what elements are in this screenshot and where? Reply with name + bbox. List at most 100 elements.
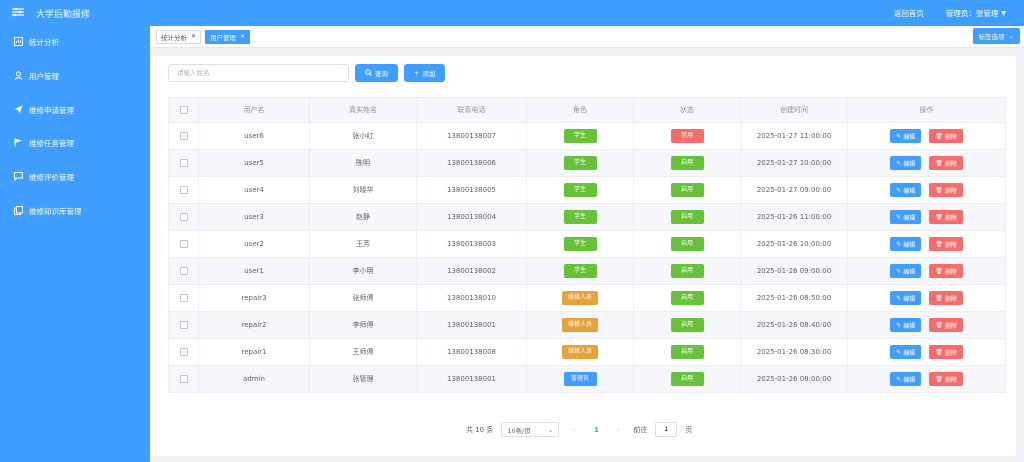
add-button-label: 添加 [422, 70, 436, 78]
sidebar-item-repair-reviews[interactable]: 维修评价管理 [0, 161, 150, 195]
role-tag: 学生 [563, 129, 597, 143]
status-tag[interactable]: 启用 [670, 345, 704, 359]
edit-button-label: 编辑 [903, 161, 916, 168]
delete-button[interactable]: 🗑 删除 [929, 318, 963, 332]
column-header[interactable]: 状态 [633, 97, 741, 123]
row-checkbox[interactable] [179, 213, 188, 221]
edit-button[interactable]: ✎ 编辑 [890, 210, 922, 224]
edit-button-label: 编辑 [903, 269, 916, 276]
phone-cell: 13800138002 [416, 257, 527, 285]
edit-button[interactable]: ✎ 编辑 [890, 318, 922, 332]
edit-button-label: 编辑 [903, 134, 916, 141]
tab-bar: 统计分析 ✕ 用户管理 ✕ 标签选项 ⌄ [150, 26, 1024, 48]
back-home-link[interactable]: 返回首页 [894, 8, 924, 19]
search-button[interactable]: 查询 [355, 64, 398, 82]
row-checkbox[interactable] [179, 159, 188, 167]
delete-button-label: 删除 [944, 269, 957, 276]
tab-options-button[interactable]: 标签选项 ⌄ [972, 28, 1020, 44]
row-checkbox[interactable] [179, 348, 188, 356]
tab-users[interactable]: 用户管理 ✕ [205, 29, 251, 44]
page-unit-label: 页 [685, 425, 693, 434]
edit-button[interactable]: ✎ 编辑 [890, 264, 922, 278]
delete-button[interactable]: 🗑 删除 [929, 156, 963, 170]
delete-button[interactable]: 🗑 删除 [929, 237, 963, 251]
sidebar-item-knowledge-base[interactable]: 维修知识库管理 [0, 194, 150, 228]
status-tag[interactable]: 启用 [670, 183, 704, 197]
delete-button[interactable]: 🗑 删除 [929, 183, 963, 197]
column-header[interactable]: 角色 [526, 97, 634, 123]
status-cell: 启用 [633, 176, 741, 204]
edit-icon: ✎ [896, 376, 902, 383]
row-checkbox[interactable] [179, 267, 188, 275]
delete-button[interactable]: 🗑 删除 [929, 345, 963, 359]
delete-button[interactable]: 🗑 删除 [929, 210, 963, 224]
flag-icon [14, 138, 29, 149]
status-tag[interactable]: 启用 [670, 156, 704, 170]
username-cell: admin [198, 365, 310, 393]
row-checkbox[interactable] [179, 186, 188, 194]
close-icon[interactable]: ✕ [240, 33, 245, 40]
status-cell: 启用 [633, 230, 741, 258]
delete-button[interactable]: 🗑 删除 [929, 291, 963, 305]
sidebar-item-label: 维修知识库管理 [29, 206, 82, 216]
role-cell: 学生 [526, 122, 634, 150]
edit-button[interactable]: ✎ 编辑 [890, 156, 922, 170]
select-all-checkbox[interactable] [179, 106, 188, 114]
status-tag[interactable]: 启用 [670, 291, 704, 305]
pagination: 共 10 条 10条/页 ⌄ ‹ 1 › 前往 页 [466, 422, 692, 437]
delete-button[interactable]: 🗑 删除 [929, 129, 963, 143]
edit-button[interactable]: ✎ 编辑 [890, 291, 922, 305]
current-page-button[interactable]: 1 [589, 426, 603, 434]
sidebar-item-repair-requests[interactable]: 维修申请管理 [0, 93, 150, 127]
edit-button[interactable]: ✎ 编辑 [890, 129, 922, 143]
status-cell: 启用 [633, 284, 741, 312]
column-header[interactable]: 联系电话 [416, 97, 527, 123]
column-header[interactable]: 创建时间 [740, 97, 848, 123]
caret-down-icon: ▼ [1001, 9, 1006, 17]
menu-toggle-icon[interactable] [0, 7, 36, 20]
table-row: repair2 李师傅 13800138001 维修人员 启用 2025-01-26 08… [168, 311, 1006, 339]
delete-button[interactable]: 🗑 删除 [929, 372, 963, 386]
page-size-select[interactable]: 10条/页 ⌄ [501, 422, 560, 437]
row-checkbox[interactable] [179, 132, 188, 140]
actions-cell: ✎ 编辑 🗑 删除 [847, 365, 1006, 393]
table-row: user5 陈明 13800138006 学生 启用 2025-01-27 10:00:0… [168, 149, 1006, 177]
edit-icon: ✎ [896, 187, 902, 194]
edit-button[interactable]: ✎ 编辑 [890, 345, 922, 359]
status-tag[interactable]: 启用 [670, 210, 704, 224]
delete-button-label: 删除 [944, 188, 957, 195]
tab-statistics[interactable]: 统计分析 ✕ [156, 29, 202, 44]
row-checkbox[interactable] [179, 321, 188, 329]
edit-button[interactable]: ✎ 编辑 [890, 372, 922, 386]
sidebar-item-users[interactable]: 用户管理 [0, 60, 150, 94]
add-button[interactable]: + 添加 [404, 64, 446, 82]
sidebar-item-repair-tasks[interactable]: 维修任务管理 [0, 127, 150, 161]
sidebar-item-statistics[interactable]: 统计分析 [0, 26, 150, 60]
row-checkbox[interactable] [179, 375, 188, 383]
column-header[interactable]: 用户名 [198, 97, 310, 123]
status-tag[interactable]: 启用 [670, 237, 704, 251]
status-tag[interactable]: 禁用 [670, 129, 704, 143]
main-area: 统计分析 ✕ 用户管理 ✕ 标签选项 ⌄ 查询 + 添加 [150, 26, 1024, 462]
status-tag[interactable]: 启用 [670, 372, 704, 386]
sidebar-item-label: 维修任务管理 [29, 139, 74, 149]
select-cell [168, 149, 199, 177]
delete-button-label: 删除 [944, 296, 957, 303]
prev-page-button[interactable]: ‹ [567, 426, 581, 434]
phone-cell: 13800138001 [416, 311, 527, 339]
admin-dropdown[interactable]: 管理员：张管理 ▼ [946, 8, 1006, 19]
table-row: repair1 王师傅 13800138008 维修人员 启用 2025-01-26 08… [168, 338, 1006, 366]
trash-icon: 🗑 [935, 214, 943, 221]
close-icon[interactable]: ✕ [191, 33, 196, 40]
column-header[interactable]: 真实姓名 [309, 97, 417, 123]
goto-page-input[interactable] [655, 422, 678, 437]
row-checkbox[interactable] [179, 240, 188, 248]
edit-button[interactable]: ✎ 编辑 [890, 183, 922, 197]
next-page-button[interactable]: › [611, 426, 625, 434]
status-tag[interactable]: 启用 [670, 264, 704, 278]
delete-button[interactable]: 🗑 删除 [929, 264, 963, 278]
edit-button[interactable]: ✎ 编辑 [890, 237, 922, 251]
row-checkbox[interactable] [179, 294, 188, 302]
status-tag[interactable]: 启用 [670, 318, 704, 332]
search-input[interactable] [168, 64, 349, 82]
